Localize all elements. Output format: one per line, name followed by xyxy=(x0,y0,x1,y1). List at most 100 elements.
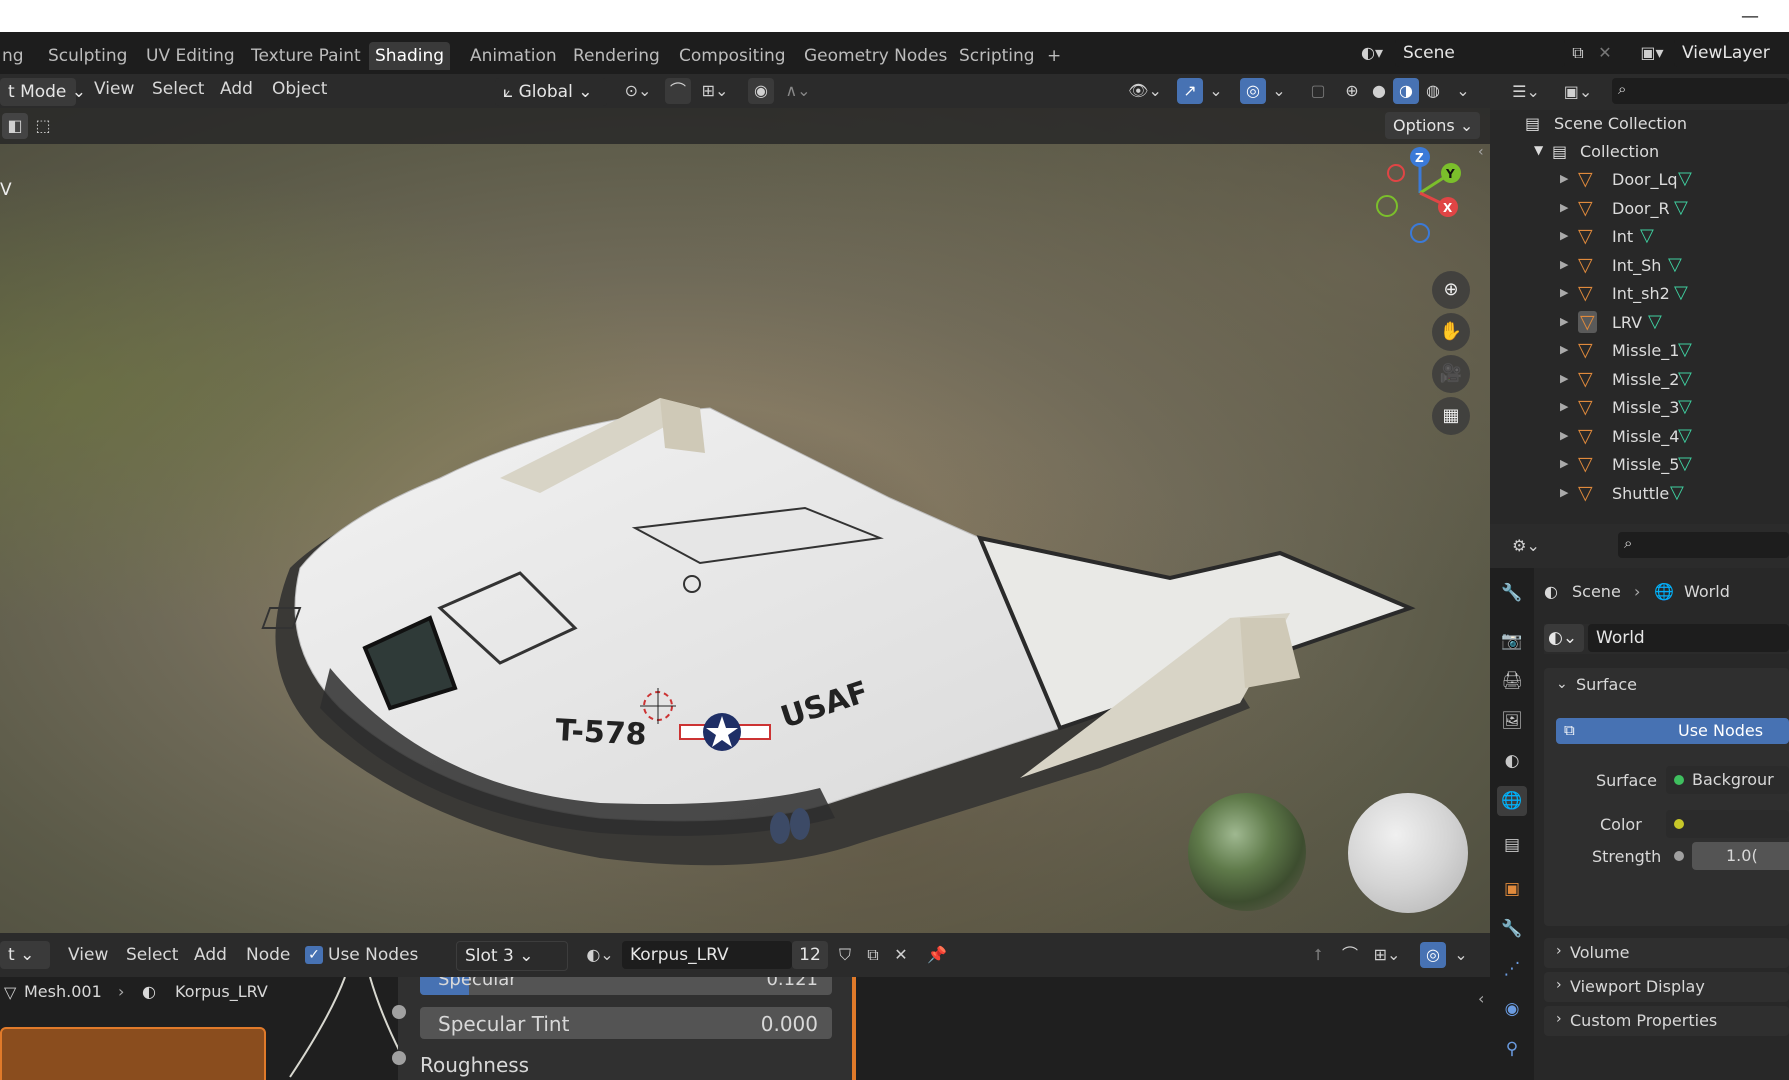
tab-sculpting[interactable]: Sculpting xyxy=(42,42,133,70)
display-mode-icon[interactable]: ▣⌄ xyxy=(1558,79,1598,105)
use-nodes-button[interactable]: ⧉ Use Nodes xyxy=(1556,718,1789,744)
snap-target-icon[interactable]: ⊞⌄ xyxy=(695,78,735,104)
gizmo-dropdown-icon[interactable]: ⌄ xyxy=(1203,78,1229,104)
node-overlay-icon[interactable]: ◎ xyxy=(1420,942,1446,968)
mesh-data-icon[interactable]: ▽ xyxy=(1678,168,1692,189)
specular-slider[interactable]: Specular 0.121 xyxy=(420,977,832,995)
outliner-item[interactable]: ▶ ▽ Shuttle ▽ xyxy=(1490,480,1789,508)
material-output-node[interactable] xyxy=(0,1027,266,1080)
expand-icon[interactable]: ▶ xyxy=(1560,457,1568,470)
visibility-icon[interactable]: 👁⌄ xyxy=(1125,78,1165,104)
outliner-item[interactable]: ▶ ▽ Missle_1 ▽ xyxy=(1490,337,1789,365)
specular-tint-slider[interactable]: Specular Tint 0.000 xyxy=(420,1007,832,1039)
color-field[interactable] xyxy=(1666,810,1789,838)
node-snap-icon[interactable]: ⌒ xyxy=(1337,942,1363,968)
tab-rendering[interactable]: Rendering xyxy=(567,42,666,70)
xray-icon[interactable]: ▢ xyxy=(1305,78,1331,104)
volume-panel[interactable]: › Volume xyxy=(1544,938,1789,968)
outliner-item[interactable]: ▶ ▽ Missle_2 ▽ xyxy=(1490,366,1789,394)
camera-icon[interactable]: 🎥 xyxy=(1432,355,1470,393)
mesh-data-icon[interactable]: ▽ xyxy=(1678,339,1692,360)
duplicate-material-icon[interactable]: ⧉ xyxy=(860,942,886,968)
proportional-edit-icon[interactable]: ◉ xyxy=(748,78,774,104)
mesh-data-icon[interactable]: ▽ xyxy=(1674,282,1688,303)
gizmo-neg-z[interactable] xyxy=(1410,223,1430,243)
mesh-data-icon[interactable]: ▽ xyxy=(1678,396,1692,417)
unlink-material-icon[interactable]: ✕ xyxy=(888,942,914,968)
scene-field[interactable]: Scene xyxy=(1395,39,1565,67)
hand-icon[interactable]: ✋ xyxy=(1432,313,1470,351)
duplicate-scene-icon[interactable]: ⧉ xyxy=(1565,40,1591,66)
specular-tint-socket[interactable] xyxy=(392,1005,406,1019)
mesh-data-icon[interactable]: ▽ xyxy=(1678,425,1692,446)
object-tab-icon[interactable]: ▣ xyxy=(1497,874,1527,904)
render-tab-icon[interactable]: 📷 xyxy=(1497,626,1527,656)
node-menu-node[interactable]: Node xyxy=(246,945,290,965)
expand-icon[interactable]: ▶ xyxy=(1560,343,1568,356)
outliner-item[interactable]: ▶ ▽ LRV ▽ xyxy=(1490,309,1789,337)
minimize-button[interactable]: — xyxy=(1741,6,1759,27)
outliner-item[interactable]: ▶ ▽ Door_R ▽ xyxy=(1490,195,1789,223)
tab-shading[interactable]: Shading xyxy=(369,42,451,70)
particles-tab-icon[interactable]: ⋰ xyxy=(1497,954,1527,984)
solid-shading-icon[interactable]: ● xyxy=(1366,78,1392,104)
grid-icon[interactable]: ▦ xyxy=(1432,397,1470,435)
expand-icon[interactable]: ▶ xyxy=(1560,372,1568,385)
node-menu-add[interactable]: Add xyxy=(194,945,227,965)
outliner-item[interactable]: ▶ ▽ Door_Lq ▽ xyxy=(1490,166,1789,194)
surface-panel-header[interactable]: Surface xyxy=(1576,675,1637,694)
mesh-data-icon[interactable]: ▽ xyxy=(1640,225,1654,246)
menu-select[interactable]: Select xyxy=(152,79,204,99)
menu-object[interactable]: Object xyxy=(272,79,327,99)
material-users-count[interactable]: 12 xyxy=(792,941,828,969)
mesh-data-icon[interactable]: ▽ xyxy=(1668,254,1682,275)
node-snap-target-icon[interactable]: ⊞⌄ xyxy=(1367,942,1407,968)
material-shading-icon[interactable]: ◑ xyxy=(1393,78,1419,104)
expand-icon[interactable]: ▶ xyxy=(1560,286,1568,299)
outliner-item[interactable]: ▶ ▽ Missle_3 ▽ xyxy=(1490,394,1789,422)
mode-dropdown[interactable]: t Mode ⌄ xyxy=(0,78,86,106)
mesh-data-icon[interactable]: ▽ xyxy=(1670,482,1684,503)
properties-search-input[interactable]: ⌕ xyxy=(1618,532,1789,558)
editor-type-dropdown[interactable]: t ⌄ xyxy=(0,941,50,969)
scene-tab-icon[interactable]: ◐ xyxy=(1497,746,1527,776)
gizmo-neg-x[interactable] xyxy=(1387,164,1405,182)
fake-user-icon[interactable]: ⛉ xyxy=(832,942,858,968)
tool-tab-icon[interactable]: 🔧 xyxy=(1497,578,1527,608)
viewport-display-panel[interactable]: › Viewport Display xyxy=(1544,972,1789,1002)
tab-texture-paint[interactable]: Texture Paint xyxy=(245,42,367,70)
gizmo-toggle-icon[interactable]: ↗ xyxy=(1177,78,1203,104)
tab-geometry-nodes[interactable]: Geometry Nodes xyxy=(798,42,953,70)
snap-icon[interactable]: ⌒ xyxy=(665,78,691,104)
expand-icon[interactable]: ▶ xyxy=(1560,258,1568,271)
strength-field[interactable]: 1.0( xyxy=(1692,842,1789,870)
principled-bsdf-node[interactable]: Specular 0.121 Specular Tint 0.000 Rough… xyxy=(398,977,854,1080)
tab-scripting[interactable]: Scripting xyxy=(953,42,1041,70)
roughness-socket[interactable] xyxy=(392,1051,406,1065)
mesh-data-icon[interactable]: ▽ xyxy=(1678,368,1692,389)
surface-panel-chevron-icon[interactable]: ⌄ xyxy=(1556,676,1568,692)
world-tab-icon[interactable]: 🌐 xyxy=(1497,786,1527,816)
physics-tab-icon[interactable]: ◉ xyxy=(1497,994,1527,1024)
menu-add[interactable]: Add xyxy=(220,79,253,99)
collection-tab-icon[interactable]: ▤ xyxy=(1497,830,1527,860)
falloff-icon[interactable]: ∧⌄ xyxy=(778,78,818,104)
outliner-item[interactable]: ▶ ▽ Int_sh2 ▽ xyxy=(1490,280,1789,308)
tab-uv-editing[interactable]: UV Editing xyxy=(140,42,241,70)
gizmo-neg-y[interactable] xyxy=(1376,195,1398,217)
mesh-data-icon[interactable]: ▽ xyxy=(1674,197,1688,218)
expand-icon[interactable]: ▶ xyxy=(1560,486,1568,499)
overlay-toggle-icon[interactable]: ◎ xyxy=(1240,78,1266,104)
wireframe-shading-icon[interactable]: ⊕ xyxy=(1339,78,1365,104)
menu-view[interactable]: View xyxy=(94,79,134,99)
orientation-dropdown[interactable]: ⟀ Global ⌄ xyxy=(495,78,607,106)
viewlayer-field[interactable]: ViewLayer xyxy=(1674,39,1789,67)
zoom-icon[interactable]: ⊕ xyxy=(1432,271,1470,309)
pin-icon[interactable]: 📌 xyxy=(924,942,950,968)
expand-icon[interactable]: ▶ xyxy=(1560,201,1568,214)
rendered-shading-icon[interactable]: ◍ xyxy=(1420,78,1446,104)
mesh-data-icon[interactable]: ▽ xyxy=(1678,453,1692,474)
custom-properties-panel[interactable]: › Custom Properties xyxy=(1544,1006,1789,1036)
outliner-editor-type-icon[interactable]: ☰⌄ xyxy=(1506,79,1546,105)
constraints-tab-icon[interactable]: ⚲ xyxy=(1497,1034,1527,1064)
